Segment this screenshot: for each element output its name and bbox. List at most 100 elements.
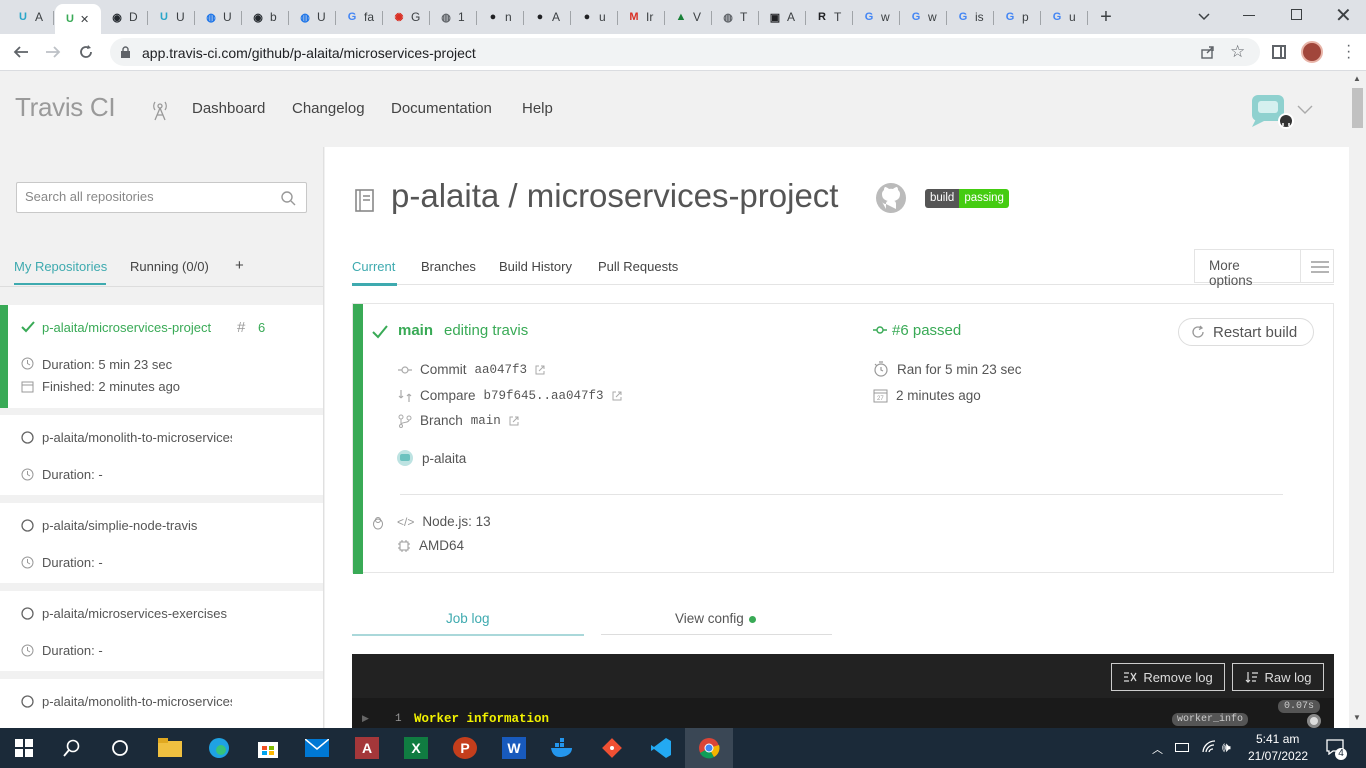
- browser-tab[interactable]: ● A: [525, 4, 569, 30]
- browser-tab[interactable]: Gw: [854, 4, 898, 30]
- add-repo-button[interactable]: +: [235, 257, 244, 274]
- store-icon[interactable]: [254, 734, 282, 762]
- powerpoint-icon[interactable]: P: [451, 734, 479, 762]
- browser-tab[interactable]: Gu: [1042, 4, 1086, 30]
- browser-tab[interactable]: M Ir: [619, 4, 663, 30]
- browser-tab[interactable]: UBuil✕: [55, 4, 101, 34]
- repo-name[interactable]: p-alaita/microservices-exercises: [42, 606, 232, 621]
- browser-tab[interactable]: ▲ V: [666, 4, 710, 30]
- browser-tab[interactable]: ▣ A: [760, 4, 804, 30]
- file-explorer-icon[interactable]: [156, 734, 184, 762]
- search-icon[interactable]: [58, 734, 86, 762]
- vscode-icon[interactable]: [647, 734, 675, 762]
- volume-icon[interactable]: 🕪: [1222, 739, 1231, 756]
- tab-view-config[interactable]: View config: [675, 611, 744, 626]
- user-avatar[interactable]: [1250, 93, 1296, 131]
- browser-tab[interactable]: ◍ U: [290, 4, 334, 30]
- tab-current[interactable]: Current: [352, 259, 395, 274]
- browser-tab[interactable]: ● n: [478, 4, 522, 30]
- tab-build-history[interactable]: Build History: [499, 259, 572, 274]
- repo-owner[interactable]: p-alaita: [391, 177, 499, 214]
- lock-icon[interactable]: [120, 46, 131, 59]
- browser-tab[interactable]: ✺ G: [384, 4, 428, 30]
- log-line[interactable]: ▶ 1 Worker information worker_info 0.07s: [352, 698, 1334, 728]
- tab-search-icon[interactable]: [1196, 8, 1212, 24]
- edge-icon[interactable]: [205, 734, 233, 762]
- repo-name[interactable]: microservices-project: [527, 177, 839, 214]
- search-input[interactable]: [25, 189, 275, 204]
- wifi-icon[interactable]: [1201, 739, 1217, 755]
- access-icon[interactable]: A: [353, 734, 381, 762]
- build-branch[interactable]: main: [398, 322, 433, 339]
- repo-item[interactable]: p-alaita/simplie-node-travis Duration: -: [0, 503, 323, 583]
- scroll-up-arrow[interactable]: ▲: [1353, 74, 1361, 83]
- branch-name[interactable]: main: [471, 414, 501, 428]
- new-tab-button[interactable]: +: [1095, 6, 1117, 28]
- close-window-button[interactable]: ✕: [1335, 3, 1352, 28]
- browser-tab[interactable]: ● u: [572, 4, 616, 30]
- docker-icon[interactable]: [549, 734, 577, 762]
- tab-running[interactable]: Running (0/0): [130, 259, 209, 274]
- nav-help[interactable]: Help: [522, 100, 553, 117]
- back-icon[interactable]: [12, 43, 30, 61]
- excel-icon[interactable]: X: [402, 734, 430, 762]
- browser-tab[interactable]: ◍ 1: [431, 4, 475, 30]
- hamburger-icon[interactable]: [1301, 250, 1329, 282]
- cortana-icon[interactable]: [106, 734, 134, 762]
- external-link-icon[interactable]: [535, 365, 545, 375]
- scroll-toggle-icon[interactable]: [1307, 714, 1321, 728]
- repo-search[interactable]: [16, 182, 307, 213]
- compare-range[interactable]: b79f645..aa047f3: [484, 389, 604, 403]
- word-icon[interactable]: W: [500, 734, 528, 762]
- tab-branches[interactable]: Branches: [421, 259, 476, 274]
- commit-message[interactable]: editing travis: [444, 322, 528, 339]
- forward-icon[interactable]: [44, 43, 62, 61]
- browser-tab[interactable]: RT: [807, 4, 851, 30]
- compare-row[interactable]: Compare b79f645..aa047f3: [398, 388, 622, 403]
- tray-chevron-icon[interactable]: ︿: [1152, 741, 1163, 757]
- repo-name[interactable]: p-alaita/monolith-to-microservices: [42, 694, 232, 709]
- repo-name[interactable]: p-alaita/microservices-project: [42, 320, 222, 335]
- nav-dashboard[interactable]: Dashboard: [192, 100, 265, 117]
- browser-tab[interactable]: UU: [149, 4, 193, 30]
- side-panel-icon[interactable]: [1272, 45, 1286, 59]
- close-tab-icon[interactable]: ✕: [80, 13, 89, 26]
- broadcast-icon[interactable]: [149, 98, 171, 122]
- author-name[interactable]: p-alaita: [422, 451, 466, 466]
- browser-tab[interactable]: Gis: [948, 4, 992, 30]
- browser-tab[interactable]: Gfa: [337, 4, 381, 30]
- repo-item[interactable]: p-alaita/monolith-to-microservices: [0, 679, 323, 728]
- browser-tab[interactable]: Gw: [901, 4, 945, 30]
- reload-icon[interactable]: [77, 43, 95, 61]
- scroll-thumb[interactable]: [1352, 88, 1363, 128]
- page-scrollbar[interactable]: ▲ ▼: [1349, 71, 1366, 728]
- chrome-icon[interactable]: [695, 734, 723, 762]
- git-icon[interactable]: [598, 734, 626, 762]
- repo-name[interactable]: p-alaita/monolith-to-microservices: [42, 430, 232, 445]
- browser-tab[interactable]: UA: [8, 4, 52, 30]
- commit-hash[interactable]: aa047f3: [475, 363, 528, 377]
- browser-tab[interactable]: ◍ U: [196, 4, 240, 30]
- repo-item-microservices-project[interactable]: p-alaita/microservices-project # 6 Durat…: [0, 305, 323, 408]
- external-link-icon[interactable]: [509, 416, 519, 426]
- build-number-status[interactable]: #6 passed: [892, 322, 961, 339]
- tab-pull-requests[interactable]: Pull Requests: [598, 259, 678, 274]
- commit-row[interactable]: Commit aa047f3: [398, 362, 545, 377]
- share-icon[interactable]: [1200, 44, 1216, 60]
- minimize-button[interactable]: [1243, 15, 1255, 16]
- battery-icon[interactable]: [1175, 743, 1189, 752]
- url-text[interactable]: app.travis-ci.com/github/p-alaita/micros…: [142, 45, 476, 61]
- clock-time[interactable]: 5:41 am: [1256, 732, 1299, 746]
- scroll-down-arrow[interactable]: ▼: [1353, 713, 1361, 722]
- raw-log-button[interactable]: Raw log: [1232, 663, 1324, 691]
- browser-tab[interactable]: ◉ b: [243, 4, 287, 30]
- bookmark-star-icon[interactable]: ☆: [1230, 42, 1245, 62]
- tab-job-log[interactable]: Job log: [446, 611, 490, 626]
- travis-logo[interactable]: Travis CI: [15, 92, 116, 123]
- address-bar[interactable]: app.travis-ci.com/github/p-alaita/micros…: [110, 38, 1260, 66]
- repo-item[interactable]: p-alaita/microservices-exercises Duratio…: [0, 591, 323, 671]
- profile-avatar[interactable]: [1301, 41, 1323, 63]
- build-number[interactable]: 6: [258, 320, 265, 335]
- build-status-badge[interactable]: build passing: [925, 189, 1009, 208]
- remove-log-button[interactable]: Remove log: [1111, 663, 1225, 691]
